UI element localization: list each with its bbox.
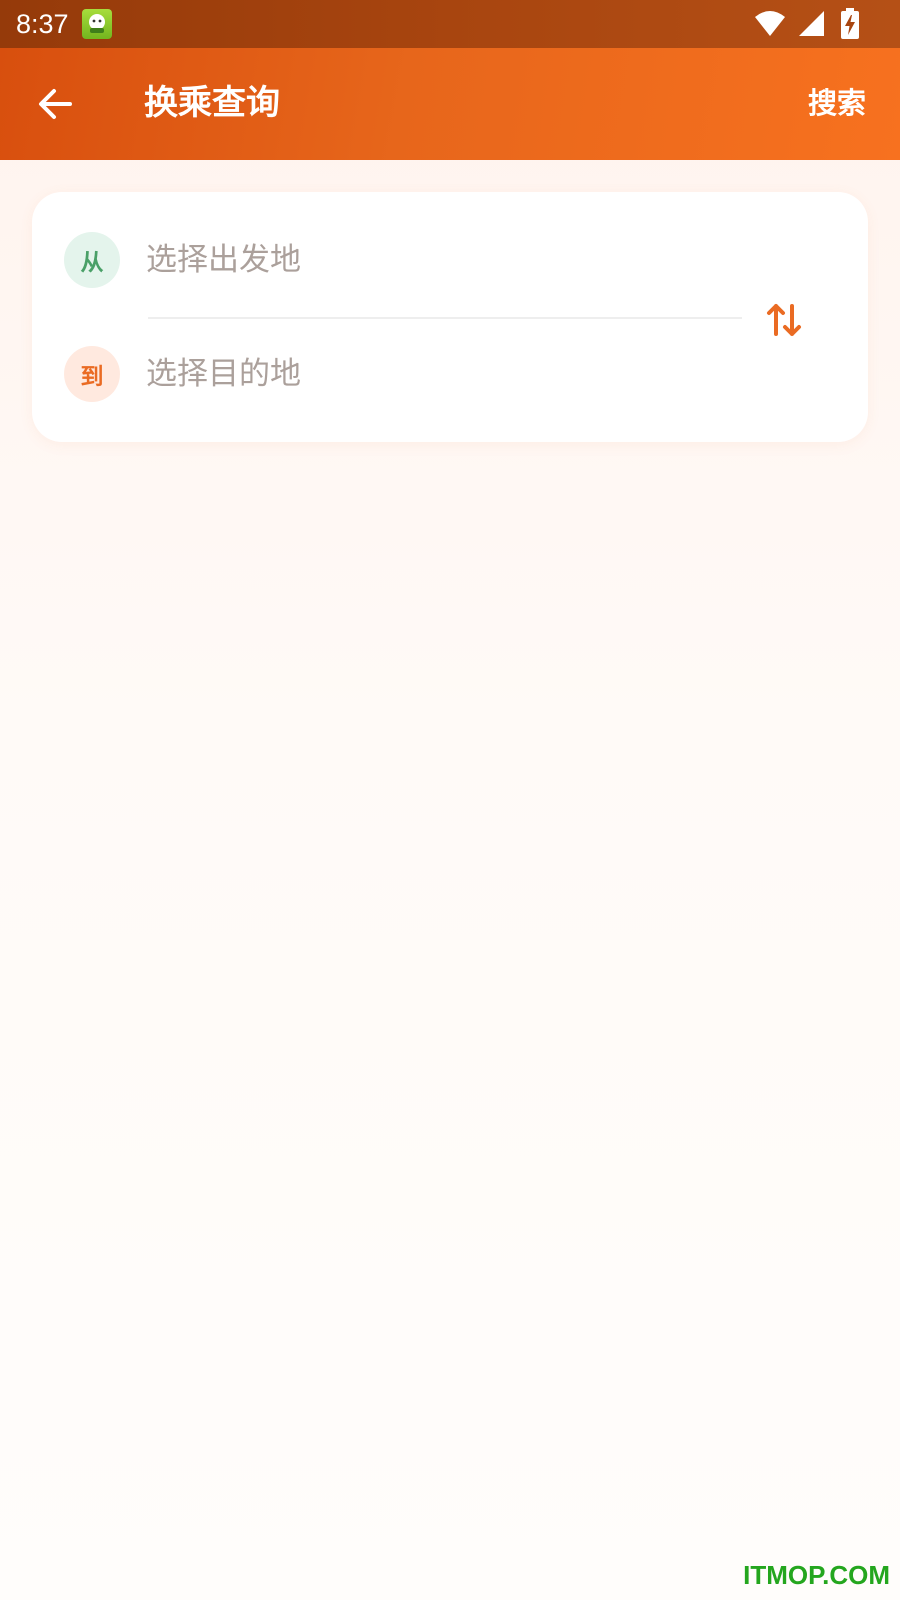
search-button[interactable]: 搜索: [808, 80, 866, 126]
wifi-icon: [754, 8, 786, 42]
route-card: 从 选择出发地 到 选择目的地: [32, 192, 868, 442]
departure-field[interactable]: 选择出发地: [146, 230, 766, 290]
cell-signal-icon: [798, 8, 826, 42]
app-notification-icon: [82, 9, 112, 39]
arrow-left-icon: [28, 89, 84, 136]
app-header: 换乘查询 搜索: [0, 48, 900, 160]
watermark: ITMOP.COM: [743, 1560, 890, 1590]
divider: [148, 317, 742, 319]
battery-charging-icon: [840, 8, 860, 44]
destination-field[interactable]: 选择目的地: [146, 344, 766, 404]
from-marker: 从: [64, 232, 120, 288]
page-title: 换乘查询: [144, 83, 280, 123]
swap-vertical-icon: [760, 304, 808, 348]
status-time: 8:37: [16, 9, 69, 39]
status-bar: 8:37: [0, 0, 900, 48]
back-button[interactable]: [28, 76, 84, 132]
swap-button[interactable]: [760, 296, 808, 344]
to-marker: 到: [64, 346, 120, 402]
